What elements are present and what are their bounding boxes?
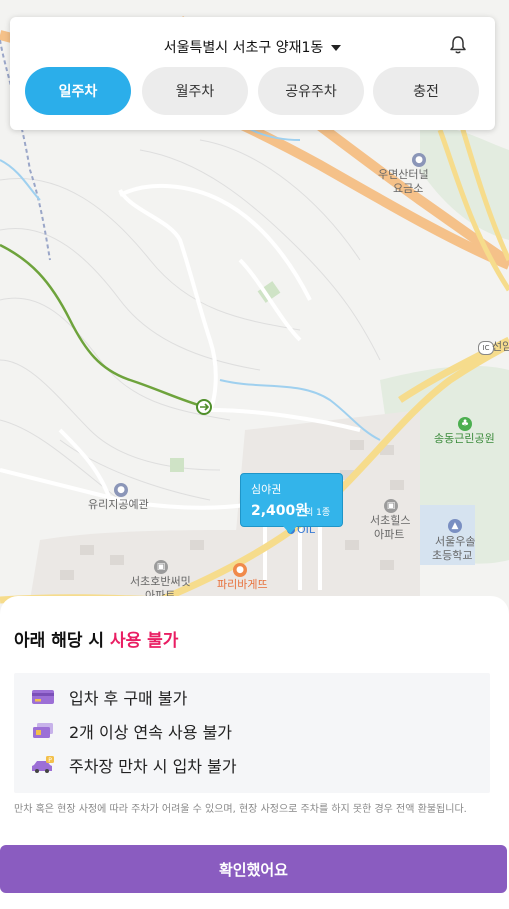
ticket-icon [32,722,54,740]
park-icon: ♣ [458,417,472,431]
map-label-park: 송동근린공원 [434,432,495,445]
map-label-ic: 선암 [492,340,509,353]
pin-type-label: 심야권 [251,483,282,496]
map-label-hills-1: 서초힐스 [370,514,411,527]
restriction-text: 입차 후 구매 불가 [69,689,188,708]
bakery-icon: ● [233,563,247,577]
sheet-title: 아래 해당 시 사용 불가 [14,626,178,651]
tab-shared-parking[interactable]: 공유주차 [258,67,364,115]
restriction-text: 2개 이상 연속 사용 불가 [69,723,233,742]
search-header-card: 서울특별시 서초구 양재1동 일주차 월주차 공유주차 충전 [10,17,495,130]
map-label-school-2: 초등학교 [432,549,473,562]
pin-tail [283,526,297,534]
credit-card-icon [32,688,54,706]
pin-price: 2,400원 [251,503,309,519]
restriction-text: 주차장 만차 시 입차 불가 [69,757,237,776]
map-label-school-1: 서울우솔 [435,535,476,548]
tab-charging[interactable]: 충전 [373,67,479,115]
usage-restriction-sheet: 아래 해당 시 사용 불가 입차 후 구매 불가 2개 이상 연속 사용 불가 … [0,596,509,909]
bell-icon[interactable] [449,35,467,55]
restriction-item: 2개 이상 연속 사용 불가 [32,719,232,743]
map-label-museum: 유리지공예관 [88,498,149,511]
map-label-tunnel-1: 우면산터널 [378,168,429,181]
full-parking-car-icon: P [32,756,54,774]
restriction-item: 입차 후 구매 불가 [32,685,187,709]
tab-daily-parking[interactable]: 일주차 [25,67,131,115]
sheet-title-prefix: 아래 해당 시 [14,631,110,651]
parking-price-pin[interactable]: 심야권 2,400원 외 1종 [240,473,343,534]
sheet-title-highlight: 사용 불가 [109,631,179,651]
location-selector[interactable]: 서울특별시 서초구 양재1동 [10,37,495,57]
restriction-list: 입차 후 구매 불가 2개 이상 연속 사용 불가 P 주차장 만차 시 입차 … [14,673,490,793]
map-label-hills-2: 아파트 [374,528,405,541]
tab-monthly-parking[interactable]: 월주차 [142,67,248,115]
caret-down-icon [331,45,342,51]
confirm-button[interactable]: 확인했어요 [0,845,507,893]
refund-notice: 만차 혹은 현장 사정에 따라 주차가 어려울 수 있으며, 현장 사정으로 주… [14,804,467,815]
location-text: 서울특별시 서초구 양재1동 [163,40,324,56]
map-label-bakery: 파리바게뜨 [217,578,268,591]
pin-extra: 외 1종 [305,508,331,518]
restriction-item: P 주차장 만차 시 입차 불가 [32,753,237,777]
apartment-icon: ▣ [384,499,398,513]
bus-stop-icon: ● [412,153,426,167]
map-label-apt-1: 서초호반써밋 [130,575,191,588]
museum-icon: ● [114,483,128,497]
apartment-icon-2: ▣ [154,560,168,574]
school-icon: ▲ [448,519,462,533]
svg-text:P: P [48,757,52,764]
map-label-tunnel-2: 요금소 [393,182,424,195]
